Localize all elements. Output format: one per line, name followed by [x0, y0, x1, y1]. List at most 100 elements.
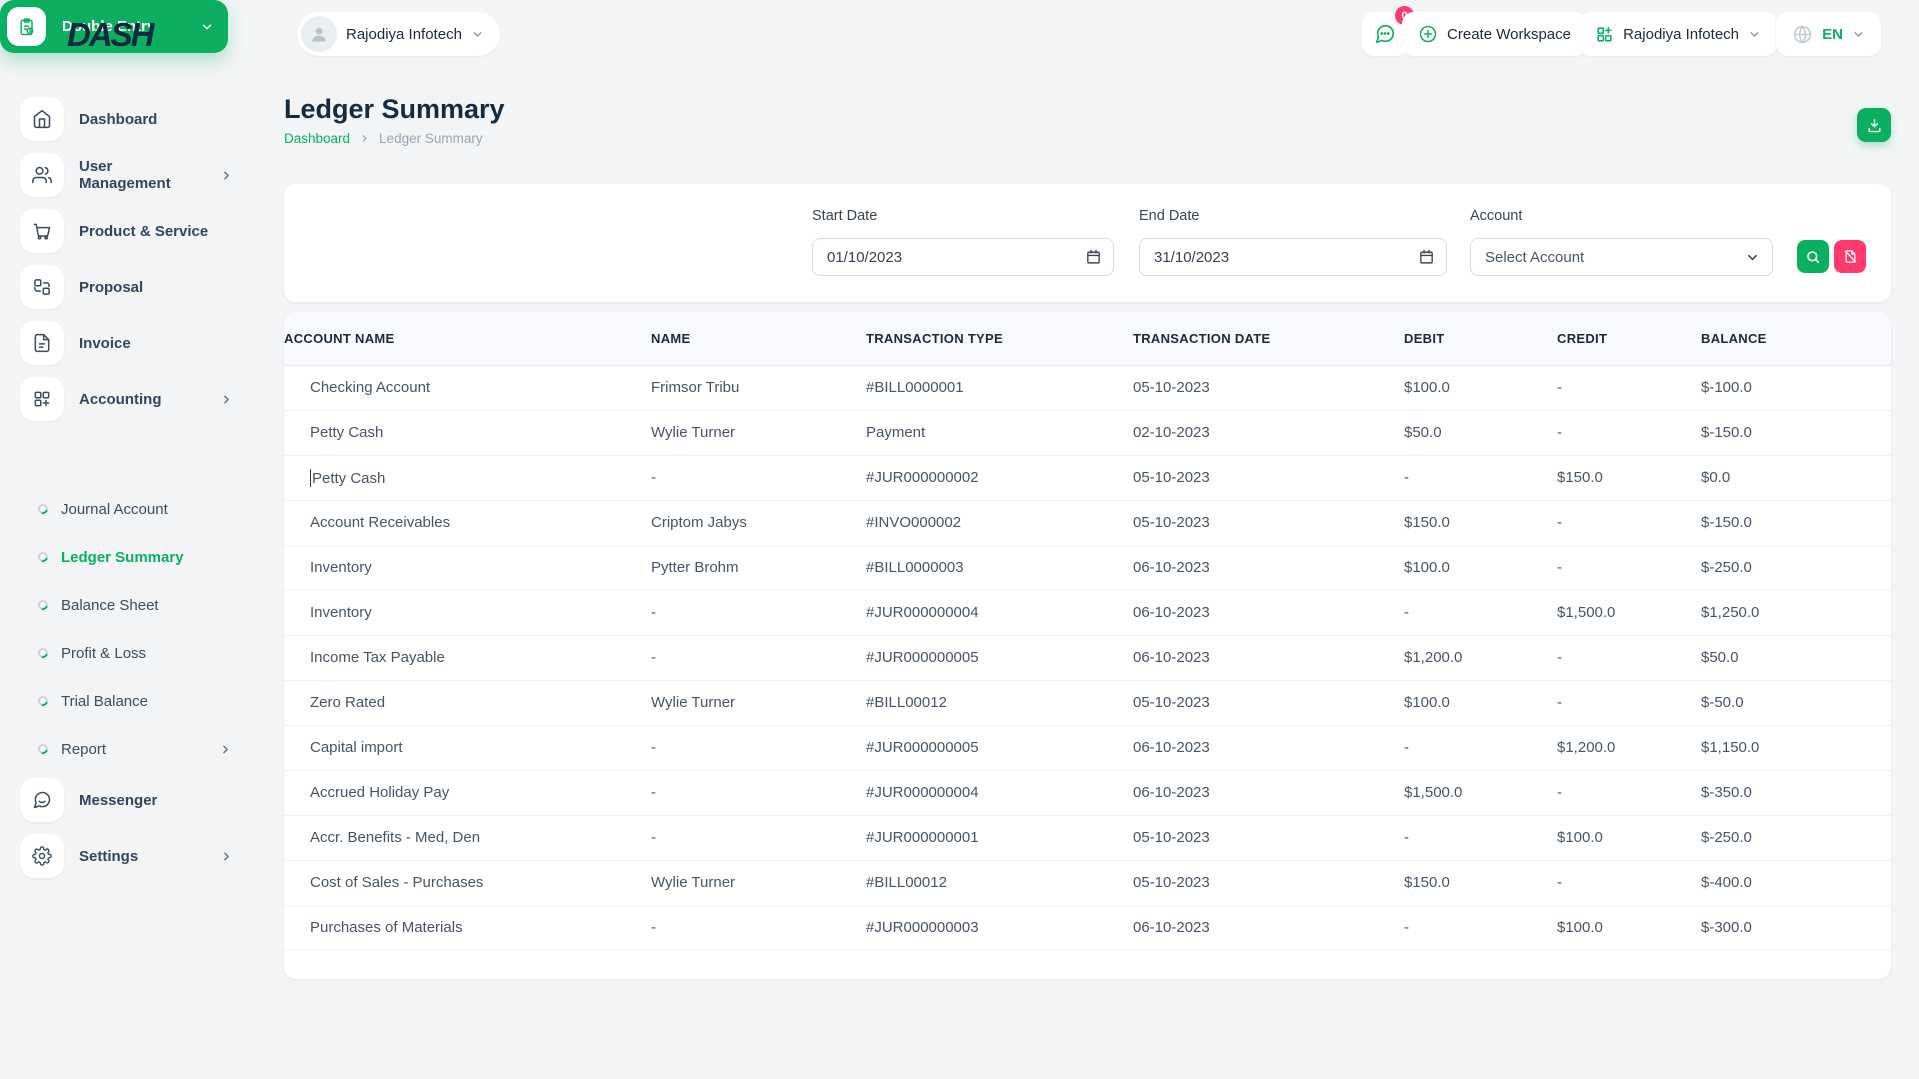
sidebar-subitem-report[interactable]: Report	[38, 733, 238, 765]
bullet-icon	[36, 694, 50, 708]
cell-credit: -	[1557, 410, 1701, 455]
profile-menu[interactable]: Rajodiya Infotech	[297, 12, 500, 56]
workspace-name: Rajodiya Infotech	[1623, 26, 1739, 43]
download-icon	[1866, 117, 1883, 134]
breadcrumb-current: Ledger Summary	[379, 131, 483, 146]
sidebar-item-user-management[interactable]: User Management	[20, 153, 245, 197]
language-code: EN	[1822, 26, 1843, 43]
sidebar-item-product-service[interactable]: Product & Service	[20, 209, 245, 253]
cell-transaction-type: #JUR000000004	[866, 590, 1133, 635]
sidebar-subitem-ledger-summary[interactable]: Ledger Summary	[38, 541, 238, 573]
sidebar-subitem-trial-balance[interactable]: Trial Balance	[38, 685, 238, 717]
table-row: Inventory - #JUR000000004 06-10-2023 - $…	[284, 590, 1891, 635]
bullet-icon	[36, 646, 50, 660]
cell-debit: -	[1404, 905, 1557, 950]
cell-transaction-date: 06-10-2023	[1133, 725, 1404, 770]
chevron-right-icon	[220, 393, 233, 406]
chevron-right-icon	[220, 169, 233, 182]
workspace-menu[interactable]: Rajodiya Infotech	[1579, 12, 1777, 56]
sidebar-item-dashboard[interactable]: Dashboard	[20, 97, 245, 141]
sidebar-item-settings[interactable]: Settings	[20, 834, 245, 878]
cell-account-name: Petty Cash	[284, 455, 651, 500]
sidebar-item-proposal[interactable]: Proposal	[20, 265, 245, 309]
cell-name: -	[651, 455, 866, 500]
cell-transaction-date: 05-10-2023	[1133, 815, 1404, 860]
sidebar-item-label: Invoice	[79, 335, 131, 352]
sidebar-item-messenger[interactable]: Messenger	[20, 778, 245, 822]
export-download-button[interactable]	[1857, 108, 1891, 142]
bullet-icon	[36, 742, 50, 756]
sidebar-subitem-balance-sheet[interactable]: Balance Sheet	[38, 589, 238, 621]
cell-transaction-date: 06-10-2023	[1133, 545, 1404, 590]
calendar-icon[interactable]	[1085, 248, 1102, 265]
app-logo[interactable]: DASH	[67, 16, 197, 58]
table-row: Petty Cash Wylie Turner Payment 02-10-20…	[284, 410, 1891, 455]
ledger-table-card: ACCOUNT NAMENAMETRANSACTION TYPETRANSACT…	[284, 312, 1891, 979]
cell-account-name: Account Receivables	[284, 500, 651, 545]
breadcrumb-dashboard-link[interactable]: Dashboard	[284, 131, 350, 146]
cell-account-name: Purchases of Materials	[284, 905, 651, 950]
cell-name: -	[651, 635, 866, 680]
start-date-input[interactable]	[812, 238, 1114, 276]
sidebar-subitem-label: Profit & Loss	[61, 645, 146, 662]
create-workspace-button[interactable]: Create Workspace	[1402, 12, 1587, 56]
account-select[interactable]: Select Account	[1470, 238, 1773, 276]
reset-filter-button[interactable]	[1834, 240, 1866, 273]
table-row: Account Receivables Criptom Jabys #INVO0…	[284, 500, 1891, 545]
cell-account-name: Income Tax Payable	[284, 635, 651, 680]
cell-transaction-date: 06-10-2023	[1133, 635, 1404, 680]
sidebar-subitem-label: Balance Sheet	[61, 597, 159, 614]
column-header: BALANCE	[1701, 312, 1891, 365]
breadcrumb: Dashboard Ledger Summary	[284, 131, 483, 146]
search-icon	[1805, 249, 1821, 265]
cell-balance: $0.0	[1701, 455, 1891, 500]
sidebar-subitem-journal-account[interactable]: Journal Account	[38, 493, 238, 525]
cell-transaction-date: 05-10-2023	[1133, 500, 1404, 545]
cell-credit: -	[1557, 770, 1701, 815]
chevron-down-icon	[1745, 250, 1760, 265]
table-row: Checking Account Frimsor Tribu #BILL0000…	[284, 365, 1891, 410]
language-menu[interactable]: EN	[1776, 12, 1881, 56]
clear-filter-icon	[1843, 249, 1858, 264]
home-icon	[20, 97, 64, 141]
cell-transaction-date: 05-10-2023	[1133, 455, 1404, 500]
cell-balance: $-150.0	[1701, 500, 1891, 545]
table-row: Zero Rated Wylie Turner #BILL00012 05-10…	[284, 680, 1891, 725]
cell-balance: $-250.0	[1701, 545, 1891, 590]
column-header: TRANSACTION DATE	[1133, 312, 1404, 365]
cell-balance: $-400.0	[1701, 860, 1891, 905]
cell-transaction-date: 05-10-2023	[1133, 680, 1404, 725]
sidebar-subitem-label: Journal Account	[61, 501, 168, 518]
invoice-file-icon	[20, 321, 64, 365]
table-row: Accrued Holiday Pay - #JUR000000004 06-1…	[284, 770, 1891, 815]
cell-balance: $1,250.0	[1701, 590, 1891, 635]
cell-debit: -	[1404, 815, 1557, 860]
cell-name: Wylie Turner	[651, 680, 866, 725]
cell-credit: -	[1557, 500, 1701, 545]
cell-account-name: Checking Account	[284, 365, 651, 410]
cell-transaction-type: #JUR000000004	[866, 770, 1133, 815]
bullet-icon	[36, 502, 50, 516]
sidebar-item-invoice[interactable]: Invoice	[20, 321, 245, 365]
cell-name: Pytter Brohm	[651, 545, 866, 590]
end-date-label: End Date	[1139, 208, 1199, 224]
end-date-field: End Date	[1139, 184, 1447, 302]
profile-name: Rajodiya Infotech	[346, 26, 462, 43]
account-select-value: Select Account	[1485, 249, 1584, 266]
workspace-grid-icon	[1595, 25, 1614, 44]
calendar-icon[interactable]	[1418, 248, 1435, 265]
sidebar-subitem-profit-loss[interactable]: Profit & Loss	[38, 637, 238, 669]
cell-transaction-type: #JUR000000003	[866, 905, 1133, 950]
column-header: DEBIT	[1404, 312, 1557, 365]
cell-credit: $100.0	[1557, 815, 1701, 860]
sidebar-item-accounting[interactable]: Accounting	[20, 377, 245, 421]
apply-filter-button[interactable]	[1797, 240, 1829, 273]
sidebar-item-label: Accounting	[79, 391, 162, 408]
cell-balance: $-50.0	[1701, 680, 1891, 725]
cell-transaction-type: #JUR000000001	[866, 815, 1133, 860]
cell-credit: $1,200.0	[1557, 725, 1701, 770]
plus-circle-icon	[1418, 24, 1438, 44]
cell-balance: $-300.0	[1701, 905, 1891, 950]
grid-plus-icon	[20, 377, 64, 421]
end-date-input[interactable]	[1139, 238, 1447, 276]
